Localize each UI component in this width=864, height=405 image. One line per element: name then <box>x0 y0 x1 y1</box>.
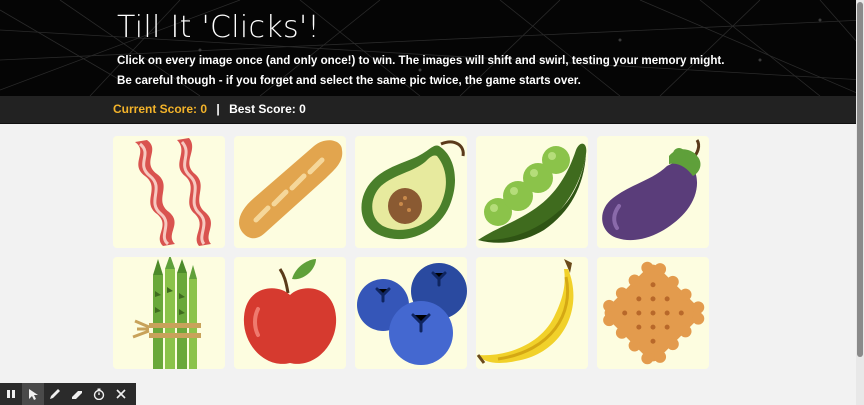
card-grid <box>113 136 709 369</box>
card-avocado[interactable] <box>355 136 467 248</box>
pause-button[interactable] <box>0 383 22 405</box>
eraser-icon <box>72 391 82 399</box>
pen-button[interactable] <box>44 383 66 405</box>
timer-button[interactable] <box>88 383 110 405</box>
pointer-icon <box>29 389 38 400</box>
card-bacon[interactable] <box>113 136 225 248</box>
page-scrollbar[interactable] <box>856 0 864 405</box>
card-asparagus[interactable] <box>113 257 225 369</box>
card-baguette[interactable] <box>234 136 346 248</box>
close-button[interactable] <box>110 383 132 405</box>
pointer-button[interactable] <box>22 383 44 405</box>
blueberries-icon <box>357 263 467 365</box>
bacon-icon <box>135 138 211 246</box>
cracker-icon <box>603 261 705 365</box>
eraser-button[interactable] <box>66 383 88 405</box>
banana-icon <box>476 259 574 364</box>
current-score: Current Score: 0 <box>113 102 208 116</box>
asparagus-icon <box>132 257 201 369</box>
page-title: Till It 'Clicks'! <box>117 10 320 45</box>
instructions: Click on every image once (and only once… <box>117 51 757 91</box>
card-apple[interactable] <box>234 257 346 369</box>
eggplant-icon <box>602 139 701 241</box>
card-peas[interactable] <box>476 136 588 248</box>
scrollbar-thumb[interactable] <box>857 2 863 357</box>
score-separator: | <box>216 102 220 116</box>
best-score: Best Score: 0 <box>229 102 306 116</box>
close-icon <box>116 389 126 399</box>
baguette-icon <box>239 140 343 239</box>
score-bar: Current Score: 0 | Best Score: 0 <box>0 96 864 124</box>
header: Till It 'Clicks'! Click on every image o… <box>0 0 864 96</box>
apple-icon <box>243 259 337 364</box>
card-cracker[interactable] <box>597 257 709 369</box>
annotation-toolbar <box>0 383 136 405</box>
card-banana[interactable] <box>476 257 588 369</box>
instructions-line-1: Click on every image once (and only once… <box>117 54 725 67</box>
instructions-line-2: Be careful though - if you forget and se… <box>117 74 581 87</box>
avocado-icon <box>361 140 465 240</box>
pen-icon <box>50 389 60 399</box>
pause-icon <box>7 390 15 398</box>
peas-icon <box>478 143 587 243</box>
card-eggplant[interactable] <box>597 136 709 248</box>
card-blueberries[interactable] <box>355 257 467 369</box>
timer-icon <box>93 388 105 400</box>
